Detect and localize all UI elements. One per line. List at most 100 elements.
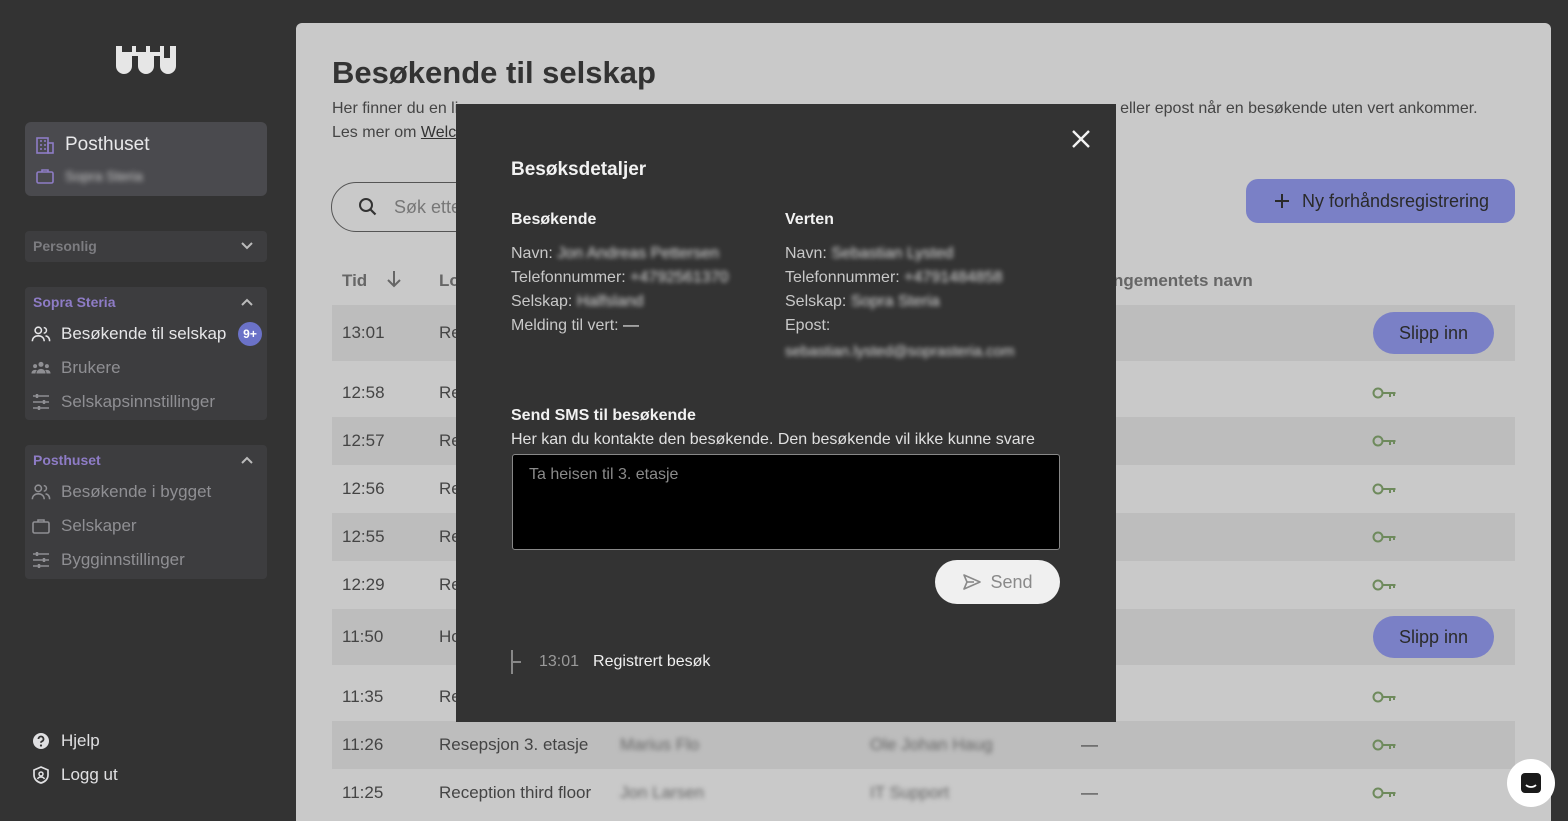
- building-section-label: Posthuset: [33, 452, 101, 468]
- key-icon[interactable]: [1372, 738, 1398, 752]
- sort-arrow-down-icon[interactable]: [384, 268, 404, 290]
- visitor-company-label: Selskap:: [511, 293, 573, 310]
- key-icon[interactable]: [1372, 386, 1398, 400]
- sidebar-item-building-visitors[interactable]: Besøkende i bygget: [25, 475, 267, 509]
- sidebar-item-label: Selskapsinnstillinger: [61, 392, 216, 411]
- host-phone: +4791484858: [904, 269, 1003, 286]
- row-time: 13:01: [342, 323, 385, 342]
- key-icon[interactable]: [1372, 482, 1398, 496]
- sliders-icon: [33, 394, 49, 410]
- visitor-phone: +4792561370: [630, 269, 729, 286]
- row-location: Reception third floor: [439, 783, 592, 802]
- row-event: —: [1081, 783, 1098, 802]
- sms-description: Her kan du kontakte den besøkende. Den b…: [511, 431, 1035, 448]
- host-message: —: [623, 317, 640, 334]
- people-icon: [31, 326, 51, 342]
- let-in-button[interactable]: Slipp inn: [1373, 616, 1494, 658]
- host-details: Verten Navn: Sebastian Lysted Telefonnum…: [785, 208, 1015, 364]
- host-heading: Verten: [785, 211, 834, 228]
- send-icon: [963, 574, 982, 590]
- location-card[interactable]: Posthuset Sopra Steria: [25, 122, 267, 196]
- new-preregistration-button[interactable]: Ny forhåndsregistrering: [1246, 179, 1515, 223]
- location-name: Posthuset: [65, 134, 150, 155]
- visit-timeline: 13:01 Registrert besøk: [511, 650, 710, 674]
- row-visitor: Jon Larsen: [620, 783, 705, 802]
- host-name-label: Navn:: [785, 245, 827, 262]
- personal-section-label: Personlig: [33, 238, 97, 254]
- sidebar-item-label: Selskaper: [61, 516, 137, 535]
- plus-icon: [1274, 194, 1289, 208]
- visitor-company: Halfsland: [576, 293, 644, 310]
- sms-message-input[interactable]: [512, 454, 1060, 550]
- column-event-name[interactable]: ngementets navn: [1113, 271, 1253, 291]
- logo-icon[interactable]: [114, 42, 180, 78]
- logout-link[interactable]: Logg ut: [31, 765, 118, 785]
- sidebar-item-users[interactable]: Brukere: [25, 351, 267, 385]
- key-icon[interactable]: [1372, 530, 1398, 544]
- visitor-name-label: Navn:: [511, 245, 553, 262]
- group-icon: [31, 361, 51, 374]
- modal-title: Besøksdetaljer: [511, 159, 647, 180]
- key-icon[interactable]: [1372, 578, 1398, 592]
- company-section-header[interactable]: Sopra Steria: [25, 287, 267, 317]
- row-location: Resepsjon 3. etasje: [439, 735, 589, 754]
- send-label: Send: [990, 571, 1033, 592]
- chevron-up-icon[interactable]: [237, 292, 257, 312]
- send-sms-button[interactable]: Send: [935, 560, 1060, 604]
- sidebar: Posthuset Sopra Steria Personlig Sopra S…: [0, 0, 296, 821]
- host-message-label: Melding til vert:: [511, 317, 619, 334]
- building-section-header[interactable]: Posthuset: [25, 445, 267, 475]
- sidebar-item-label: Brukere: [61, 358, 121, 377]
- building-section: Posthuset Besøkende i bygget Selskaper B…: [25, 445, 267, 579]
- row-time: 12:55: [342, 527, 385, 546]
- help-label: Hjelp: [61, 731, 100, 750]
- page-title: Besøkende til selskap: [332, 55, 656, 90]
- chat-launcher-button[interactable]: [1507, 759, 1555, 807]
- let-in-button[interactable]: Slipp inn: [1373, 312, 1494, 354]
- host-email-label: Epost:: [785, 317, 831, 334]
- chevron-up-icon[interactable]: [237, 450, 257, 470]
- table-row[interactable]: 11:26 Resepsjon 3. etasje Marius Flo Ole…: [332, 721, 1515, 769]
- sliders-icon: [33, 552, 49, 568]
- key-icon[interactable]: [1372, 690, 1398, 704]
- row-time: 11:35: [342, 687, 384, 706]
- table-row[interactable]: 11:25 Reception third floor Jon Larsen I…: [332, 769, 1515, 817]
- building-icon: [36, 137, 54, 154]
- row-host: IT Support: [870, 783, 950, 802]
- briefcase-icon: [36, 169, 54, 184]
- help-link[interactable]: Hjelp: [31, 731, 100, 751]
- shield-icon: [33, 766, 49, 784]
- row-time: 12:57: [342, 431, 385, 450]
- sidebar-item-building-settings[interactable]: Bygginnstillinger: [25, 543, 267, 577]
- people-icon: [31, 484, 51, 500]
- host-email: sebastian.lysted@soprasteria.com: [785, 343, 1015, 360]
- visitor-details: Besøkende Navn: Jon Andreas Pettersen Te…: [511, 208, 729, 338]
- key-icon[interactable]: [1372, 786, 1398, 800]
- timeline-marker: [511, 650, 525, 674]
- sidebar-item-company-visitors[interactable]: Besøkende til selskap 9+: [25, 317, 267, 351]
- search-icon: [359, 198, 377, 216]
- row-time: 11:26: [342, 735, 384, 754]
- chevron-down-icon[interactable]: [237, 236, 257, 256]
- visitor-phone-label: Telefonnummer:: [511, 269, 626, 286]
- host-company: Sopra Steria: [850, 293, 940, 310]
- sidebar-item-companies[interactable]: Selskaper: [25, 509, 267, 543]
- row-host: Ole Johan Haug: [870, 735, 993, 754]
- sidebar-item-company-settings[interactable]: Selskapsinnstillinger: [25, 385, 267, 419]
- intro-text: Her finner du en li: [332, 100, 459, 117]
- visit-details-modal: Besøksdetaljer Besøkende Navn: Jon Andre…: [456, 104, 1116, 722]
- close-icon[interactable]: [1070, 128, 1092, 150]
- intro-link[interactable]: Welc: [421, 124, 456, 141]
- notification-badge: 9+: [238, 322, 262, 346]
- row-time: 12:56: [342, 479, 385, 498]
- key-icon[interactable]: [1372, 434, 1398, 448]
- company-section-label: Sopra Steria: [33, 294, 116, 310]
- sidebar-item-label: Besøkende i bygget: [61, 482, 212, 501]
- host-name: Sebastian Lysted: [831, 245, 954, 262]
- help-icon: [33, 733, 49, 749]
- column-time[interactable]: Tid: [342, 271, 367, 291]
- personal-section[interactable]: Personlig: [25, 231, 267, 262]
- sms-heading: Send SMS til besøkende: [511, 407, 696, 424]
- row-time: 12:58: [342, 383, 385, 402]
- row-time: 12:29: [342, 575, 385, 594]
